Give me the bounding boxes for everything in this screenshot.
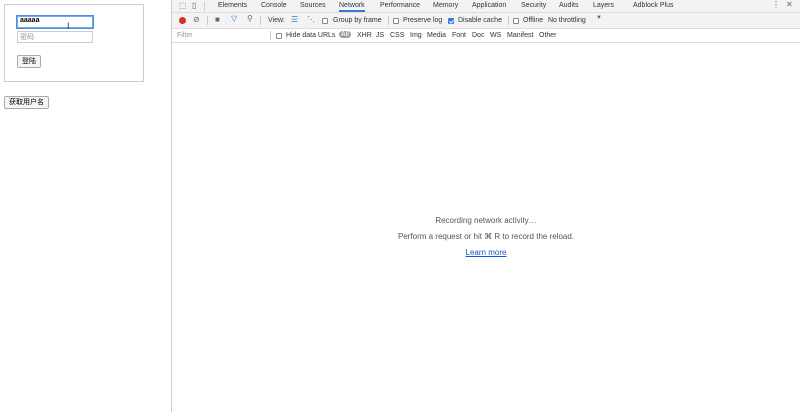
password-input[interactable]: 密码	[17, 31, 93, 43]
filter-xhr[interactable]: XHR	[357, 32, 372, 39]
filter-input[interactable]: Filter	[177, 32, 193, 39]
view-label: View:	[268, 17, 285, 24]
get-username-button[interactable]: 获取用户名	[4, 96, 49, 109]
group-by-frame-label: Group by frame	[333, 17, 382, 24]
disable-cache-label: Disable cache	[458, 17, 502, 24]
tab-network[interactable]: Network	[339, 2, 365, 12]
filter-all[interactable]: All	[339, 31, 351, 38]
separator	[270, 31, 271, 40]
text-cursor-icon: I	[67, 21, 70, 31]
filter-doc[interactable]: Doc	[472, 32, 484, 39]
tab-application[interactable]: Application	[472, 2, 506, 9]
filter-font[interactable]: Font	[452, 32, 466, 39]
filter-icon[interactable]: ▽	[231, 14, 237, 23]
chevron-down-icon[interactable]: ▼	[596, 15, 602, 21]
separator	[207, 16, 208, 25]
tab-sources[interactable]: Sources	[300, 2, 326, 9]
preserve-log-label: Preserve log	[403, 17, 443, 24]
login-form: aaaaa 密码 登陆 I	[4, 4, 144, 82]
tab-elements[interactable]: Elements	[218, 2, 247, 9]
more-options-icon[interactable]: ⋮	[772, 0, 780, 9]
device-toolbar-icon[interactable]: ▯	[192, 1, 196, 10]
inspect-element-icon[interactable]: ⬚	[179, 1, 187, 10]
overview-icon[interactable]: ⋱	[307, 15, 315, 24]
separator	[388, 16, 389, 25]
separator	[204, 2, 205, 11]
learn-more-container: Learn more	[172, 248, 800, 257]
filter-img[interactable]: Img	[410, 32, 422, 39]
tab-layers[interactable]: Layers	[593, 2, 614, 9]
login-button[interactable]: 登陆	[17, 55, 41, 68]
network-toolbar: ⊘ ■ ▽ ⚲ View: ☰ ⋱ Group by frame Preserv…	[172, 13, 800, 29]
filter-ws[interactable]: WS	[490, 32, 501, 39]
tab-audits[interactable]: Audits	[559, 2, 578, 9]
record-hint: Perform a request or hit ⌘ R to record t…	[397, 232, 575, 241]
filter-js[interactable]: JS	[376, 32, 384, 39]
close-icon[interactable]: ✕	[786, 0, 793, 9]
filter-other[interactable]: Other	[539, 32, 557, 39]
learn-more-link[interactable]: Learn more	[466, 248, 507, 257]
hide-data-urls-checkbox[interactable]	[276, 33, 282, 39]
filter-css[interactable]: CSS	[390, 32, 404, 39]
group-by-frame-checkbox[interactable]	[322, 18, 328, 24]
large-rows-icon[interactable]: ☰	[291, 15, 298, 24]
tab-console[interactable]: Console	[261, 2, 287, 9]
filter-manifest[interactable]: Manifest	[507, 32, 533, 39]
tab-performance[interactable]: Performance	[380, 2, 420, 9]
tab-security[interactable]: Security	[521, 2, 546, 9]
search-icon[interactable]: ⚲	[247, 14, 253, 23]
hide-data-urls-label: Hide data URLs	[286, 32, 336, 39]
recording-status: Recording network activity…	[435, 216, 537, 225]
tab-memory[interactable]: Memory	[433, 2, 458, 9]
filter-media[interactable]: Media	[427, 32, 446, 39]
network-filter-bar: Filter Hide data URLs All XHR JS CSS Img…	[172, 29, 800, 43]
separator	[508, 16, 509, 25]
preserve-log-checkbox[interactable]	[393, 18, 399, 24]
clear-icon[interactable]: ⊘	[193, 15, 200, 24]
offline-label: Offline	[523, 17, 544, 24]
devtools-panel: ⬚ ▯ Elements Console Sources Network Per…	[171, 0, 800, 412]
username-input[interactable]: aaaaa	[17, 16, 93, 28]
devtools-tab-bar: ⬚ ▯ Elements Console Sources Network Per…	[172, 0, 800, 13]
throttling-select[interactable]: No throttling	[548, 17, 586, 24]
separator	[260, 16, 261, 25]
offline-checkbox[interactable]	[513, 18, 519, 24]
tab-adblock-plus[interactable]: Adblock Plus	[633, 2, 673, 9]
disable-cache-checkbox[interactable]	[448, 18, 454, 24]
record-icon[interactable]	[179, 17, 186, 24]
capture-screenshots-icon[interactable]: ■	[215, 15, 220, 24]
